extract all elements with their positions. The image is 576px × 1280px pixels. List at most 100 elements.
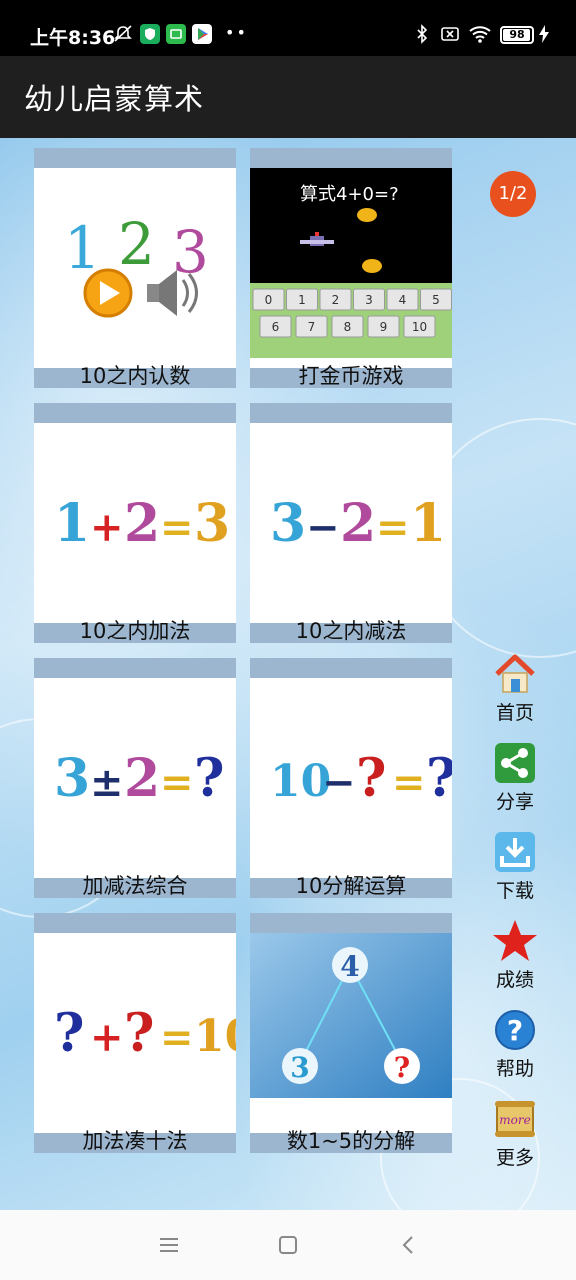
charging-icon bbox=[539, 25, 549, 43]
main-content[interactable]: 1 2 3 10之内认数 算式4+0=? 0 1 2 3 4 5 6 7 8 9… bbox=[0, 138, 576, 1210]
art-operator: = bbox=[392, 759, 426, 806]
mixed-art: 3 ±2 =? bbox=[54, 748, 224, 809]
keypad-key: 3 bbox=[353, 288, 385, 311]
art-operand: 3 bbox=[270, 493, 306, 554]
tile-subtraction[interactable]: 3−2 = 1 10之内减法 bbox=[250, 403, 452, 643]
tile-number-recognition[interactable]: 1 2 3 10之内认数 bbox=[34, 148, 236, 388]
tile-number-decomposition[interactable]: 4 3 ? 数1~5的分解 bbox=[250, 913, 452, 1153]
art-digit: 1 bbox=[64, 214, 101, 282]
svg-text:?: ? bbox=[507, 1014, 523, 1047]
side-label: 更多 bbox=[495, 1147, 534, 1169]
keypad-key: 4 bbox=[386, 288, 419, 311]
share-icon bbox=[495, 743, 535, 783]
tile-addition[interactable]: 1 +2 = 3 10之内加法 bbox=[34, 403, 236, 643]
more-scroll-icon: more bbox=[495, 1101, 535, 1137]
tile-mixed-operations[interactable]: 3 ±2 =? 加减法综合 bbox=[34, 658, 236, 898]
tile-decomposition-ops[interactable]: 10−?=? 10分解运算 bbox=[250, 658, 452, 898]
side-download-button[interactable]: 下载 bbox=[484, 830, 546, 910]
keypad-key-label: 7 bbox=[308, 320, 316, 334]
art-digit: 2 bbox=[118, 210, 155, 278]
side-home-button[interactable]: 首页 bbox=[484, 652, 546, 732]
keypad-key-label: 1 bbox=[298, 293, 306, 307]
tree-root: 4 bbox=[340, 950, 359, 983]
art-operator: − bbox=[322, 759, 356, 806]
tile-label: 10分解运算 bbox=[295, 874, 407, 898]
side-label: 首页 bbox=[495, 702, 534, 724]
home-icon bbox=[495, 654, 535, 693]
side-more-button[interactable]: more 更多 bbox=[484, 1097, 546, 1177]
tile-top-bar bbox=[34, 658, 236, 678]
tile-label: 数1~5的分解 bbox=[286, 1129, 416, 1153]
subtraction-art: 3−2 = 1 bbox=[270, 493, 446, 554]
battery-level: 98 bbox=[509, 28, 525, 41]
tile-top-bar bbox=[34, 148, 236, 168]
page-indicator: 1/2 bbox=[490, 171, 536, 217]
side-score-button[interactable]: 成绩 bbox=[484, 919, 546, 999]
keypad-key-label: 6 bbox=[272, 320, 280, 334]
keypad-key: 10 bbox=[403, 315, 436, 338]
tile-label: 加法凑十法 bbox=[82, 1129, 188, 1153]
side-label: 帮助 bbox=[495, 1058, 534, 1080]
tile-label: 10之内加法 bbox=[79, 619, 191, 643]
status-bar: 上午8:36 •• 98 bbox=[0, 0, 576, 56]
art-operator: = bbox=[160, 1014, 194, 1061]
keypad-key: 8 bbox=[331, 315, 364, 338]
tile-top-bar bbox=[34, 913, 236, 933]
sim-off-icon bbox=[441, 27, 459, 41]
home-square-icon[interactable] bbox=[275, 1232, 301, 1258]
art-operand: 2 bbox=[124, 493, 160, 554]
bluetooth-icon bbox=[417, 24, 428, 44]
tile-top-bar bbox=[250, 913, 452, 933]
art-operator: = bbox=[160, 759, 194, 806]
keypad-key: 5 bbox=[420, 288, 452, 311]
back-icon[interactable] bbox=[396, 1232, 422, 1258]
art-operator: + bbox=[90, 504, 124, 551]
tile-top-bar bbox=[250, 658, 452, 678]
tile-top-bar bbox=[250, 148, 452, 168]
art-operand: 1 bbox=[54, 493, 90, 554]
keypad-key-label: 8 bbox=[344, 320, 352, 334]
art-operand: 2 bbox=[340, 493, 376, 554]
art-operator: = bbox=[376, 504, 410, 551]
keypad-key: 1 bbox=[286, 288, 318, 311]
art-operand: 10 bbox=[194, 1011, 236, 1062]
side-label: 下载 bbox=[495, 880, 534, 902]
game-equation: 算式4+0=? bbox=[300, 184, 399, 205]
art-operand: ? bbox=[356, 748, 386, 809]
tile-label: 10之内认数 bbox=[79, 364, 191, 388]
keypad-key: 2 bbox=[319, 288, 352, 311]
keypad-key-label: 10 bbox=[412, 320, 427, 334]
green-app-icon bbox=[166, 24, 186, 44]
tree-right: ? bbox=[394, 1051, 410, 1084]
more-dots-icon: •• bbox=[225, 23, 248, 42]
keypad-key: 0 bbox=[252, 288, 285, 311]
keypad-key-label: 3 bbox=[365, 293, 373, 307]
art-operator: ± bbox=[90, 759, 124, 806]
side-share-button[interactable]: 分享 bbox=[484, 741, 546, 821]
menu-icon[interactable] bbox=[156, 1232, 182, 1258]
coin-game-art: 算式4+0=? 0 1 2 3 4 5 6 7 8 9 10 bbox=[250, 168, 452, 358]
status-time: 上午8:36 bbox=[30, 27, 116, 49]
decomposition-ops-art: 10−?=? bbox=[270, 748, 452, 809]
keypad-key-label: 2 bbox=[332, 293, 340, 307]
numbers-art: 1 2 3 bbox=[64, 210, 209, 318]
art-operand: ? bbox=[194, 748, 224, 809]
make-ten-art: ?+?=10 bbox=[54, 1003, 236, 1064]
art-operand: 1 bbox=[410, 493, 446, 554]
tile-coin-game[interactable]: 算式4+0=? 0 1 2 3 4 5 6 7 8 9 10 打金币游戏 bbox=[250, 148, 452, 388]
help-icon: ? bbox=[495, 1010, 535, 1050]
art-operand: ? bbox=[54, 1003, 84, 1064]
addition-art: 1 +2 = 3 bbox=[54, 493, 230, 554]
art-operator: + bbox=[90, 1014, 124, 1061]
decomposition-tree-art: 4 3 ? bbox=[250, 933, 452, 1098]
art-operand: 3 bbox=[54, 748, 90, 809]
tile-make-ten[interactable]: ?+?=10 加法凑十法 bbox=[34, 913, 236, 1153]
side-help-button[interactable]: ? 帮助 bbox=[484, 1008, 546, 1088]
keypad-key: 9 bbox=[367, 315, 400, 338]
keypad-key-label: 9 bbox=[380, 320, 388, 334]
shield-app-icon bbox=[140, 24, 160, 44]
system-nav-bar bbox=[0, 1210, 576, 1280]
keypad-key-label: 4 bbox=[399, 293, 407, 307]
battery-icon: 98 bbox=[500, 26, 534, 44]
tile-top-bar bbox=[34, 403, 236, 423]
